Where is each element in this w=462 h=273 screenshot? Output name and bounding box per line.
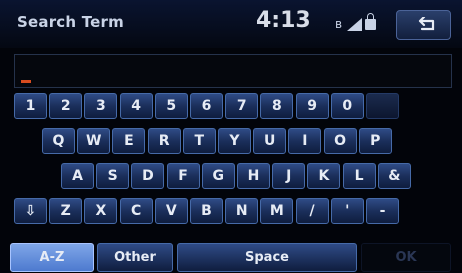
key[interactable]: J: [272, 163, 306, 189]
key[interactable]: ⇩: [14, 198, 47, 224]
key[interactable]: F: [166, 163, 200, 189]
key[interactable]: Y: [218, 128, 251, 154]
other-mode-button[interactable]: Other: [97, 243, 173, 272]
text-cursor: [21, 80, 31, 83]
key[interactable]: 5: [154, 93, 188, 119]
key[interactable]: H: [237, 163, 270, 189]
bluetooth-icon: ʙ: [335, 17, 342, 31]
key[interactable]: /: [295, 198, 329, 224]
space-button[interactable]: Space: [177, 243, 357, 272]
key[interactable]: &: [377, 163, 411, 189]
key[interactable]: T: [182, 128, 216, 154]
ok-button[interactable]: OK: [361, 243, 451, 272]
key[interactable]: A: [61, 163, 94, 189]
key[interactable]: 7: [225, 93, 259, 119]
signal-icon: [347, 18, 362, 31]
screen-title: Search Term: [17, 13, 124, 31]
key[interactable]: K: [307, 163, 341, 189]
key[interactable]: -: [366, 198, 399, 224]
key[interactable]: Q: [42, 128, 75, 154]
key[interactable]: 9: [295, 93, 329, 119]
lock-icon: [365, 13, 376, 30]
key[interactable]: W: [77, 128, 111, 154]
key[interactable]: U: [253, 128, 287, 154]
header-bar: Search Term 4:13 ʙ: [0, 0, 462, 48]
key[interactable]: G: [201, 163, 235, 189]
key[interactable]: ': [330, 198, 364, 224]
key[interactable]: 8: [260, 93, 294, 119]
back-button[interactable]: [396, 10, 451, 40]
key[interactable]: P: [358, 128, 392, 154]
key[interactable]: 2: [49, 93, 83, 119]
key[interactable]: 0: [330, 93, 364, 119]
back-arrow-icon: [418, 17, 435, 31]
key[interactable]: E: [112, 128, 146, 154]
key[interactable]: I: [288, 128, 322, 154]
key[interactable]: L: [342, 163, 376, 189]
key[interactable]: N: [225, 198, 259, 224]
key[interactable]: B: [190, 198, 223, 224]
key[interactable]: S: [96, 163, 130, 189]
key[interactable]: O: [323, 128, 357, 154]
key[interactable]: D: [131, 163, 165, 189]
key[interactable]: R: [147, 128, 181, 154]
key[interactable]: M: [260, 198, 294, 224]
search-term-screen: Search Term 4:13 ʙ 1234567890 QWERTYUIOP A…: [0, 0, 462, 273]
search-input[interactable]: [14, 54, 452, 88]
key[interactable]: 6: [190, 93, 223, 119]
key[interactable]: V: [154, 198, 188, 224]
key: [366, 93, 399, 119]
status-icons: ʙ: [335, 13, 385, 33]
key[interactable]: 4: [119, 93, 153, 119]
key[interactable]: C: [119, 198, 153, 224]
clock: 4:13: [256, 8, 311, 33]
key[interactable]: Z: [49, 198, 83, 224]
key[interactable]: 3: [84, 93, 118, 119]
key[interactable]: 1: [14, 93, 47, 119]
key[interactable]: X: [84, 198, 118, 224]
a-z-mode-button[interactable]: A-Z: [10, 243, 94, 272]
